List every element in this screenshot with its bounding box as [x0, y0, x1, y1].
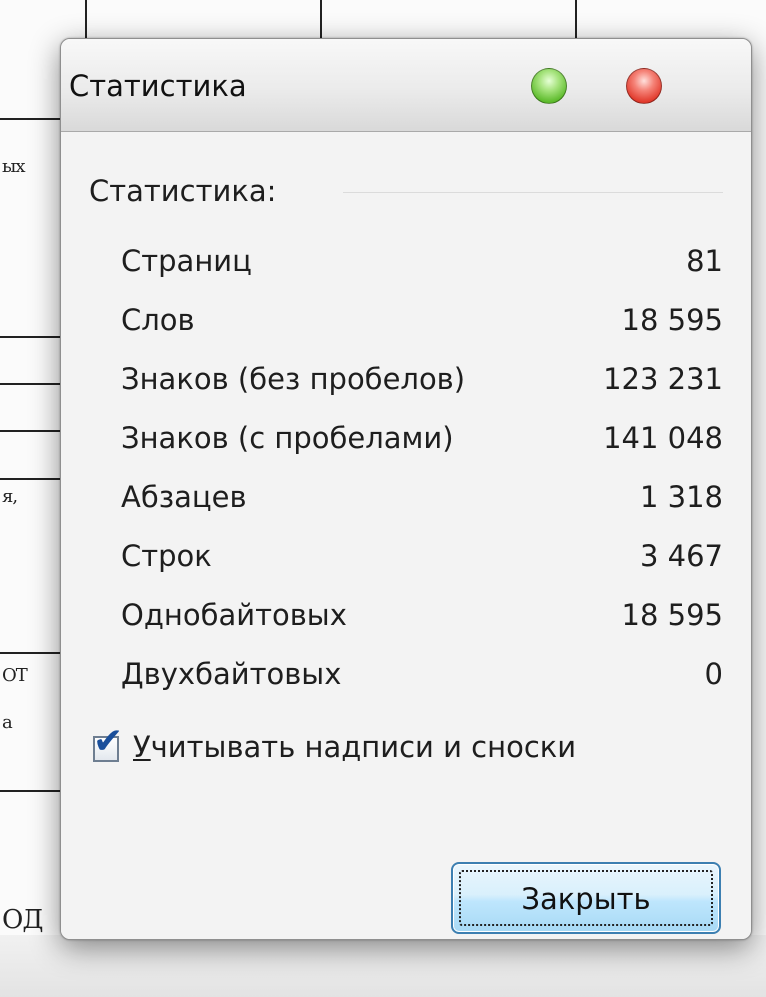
stat-value: 18 595: [621, 303, 723, 337]
doc-table-line: [0, 790, 60, 792]
include-footnotes-option[interactable]: ✔ Учитывать надписи и сноски: [93, 724, 733, 774]
dialog-titlebar[interactable]: Статистика: [61, 39, 751, 132]
stat-value: 3 467: [639, 539, 723, 573]
stat-row-lines: Строк 3 467: [121, 539, 723, 583]
group-divider: [343, 192, 723, 194]
close-window-button[interactable]: [626, 68, 662, 104]
stat-value: 0: [704, 657, 723, 691]
stat-label: Строк: [121, 539, 212, 573]
doc-table-line: [0, 383, 60, 385]
stat-row-double-byte: Двухбайтовых 0: [121, 657, 723, 701]
doc-table-line: [0, 336, 60, 338]
dialog-title: Статистика: [69, 69, 247, 103]
stat-value: 81: [686, 244, 723, 278]
doc-table-line: [575, 0, 577, 40]
doc-text-fragment: ОД: [2, 905, 43, 935]
stat-label: Знаков (без пробелов): [121, 362, 466, 396]
stat-row-single-byte: Однобайтовых 18 595: [121, 598, 723, 642]
minimize-button[interactable]: [531, 68, 567, 104]
stat-row-words: Слов 18 595: [121, 303, 723, 347]
stat-value: 123 231: [603, 362, 723, 396]
mnemonic-letter: У: [133, 730, 151, 764]
doc-text-fragment: я,: [2, 486, 18, 507]
doc-table-line: [0, 652, 60, 654]
stat-row-chars-no-spaces: Знаков (без пробелов) 123 231: [121, 362, 723, 406]
stat-label: Слов: [121, 303, 195, 337]
doc-text-fragment: ОТ: [2, 665, 28, 686]
doc-text-fragment: ых: [2, 156, 26, 177]
dialog-content: Статистика: Страниц 81 Слов 18 595 Знако…: [61, 132, 751, 939]
close-button[interactable]: Закрыть: [451, 862, 721, 934]
stat-label: Однобайтовых: [121, 598, 347, 632]
checkmark-icon: ✔: [93, 721, 124, 762]
doc-bottom-area: [0, 935, 766, 997]
doc-table-line: [0, 430, 60, 432]
doc-table-line: [0, 118, 60, 120]
close-button-label: Закрыть: [521, 882, 651, 916]
checkbox-label-text: читывать надписи и сноски: [150, 730, 577, 764]
stat-label: Страниц: [121, 244, 252, 278]
stat-row-pages: Страниц 81: [121, 244, 723, 288]
doc-table-line: [320, 0, 322, 40]
stat-label: Знаков (с пробелами): [121, 421, 454, 455]
stat-value: 141 048: [603, 421, 723, 455]
stat-value: 1 318: [639, 480, 723, 514]
stat-row-paragraphs: Абзацев 1 318: [121, 480, 723, 524]
statistics-dialog: Статистика Статистика: Страниц 81 Слов 1…: [60, 38, 752, 940]
stat-label: Двухбайтовых: [121, 657, 342, 691]
include-footnotes-label[interactable]: Учитывать надписи и сноски: [133, 730, 576, 764]
doc-table-line: [0, 478, 60, 480]
stat-value: 18 595: [621, 598, 723, 632]
doc-table-line: [85, 0, 87, 40]
statistics-group-label: Статистика:: [89, 174, 277, 208]
stat-row-chars-with-spaces: Знаков (с пробелами) 141 048: [121, 421, 723, 465]
doc-text-fragment: а: [2, 712, 13, 733]
include-footnotes-checkbox[interactable]: ✔: [93, 724, 123, 762]
stat-label: Абзацев: [121, 480, 247, 514]
